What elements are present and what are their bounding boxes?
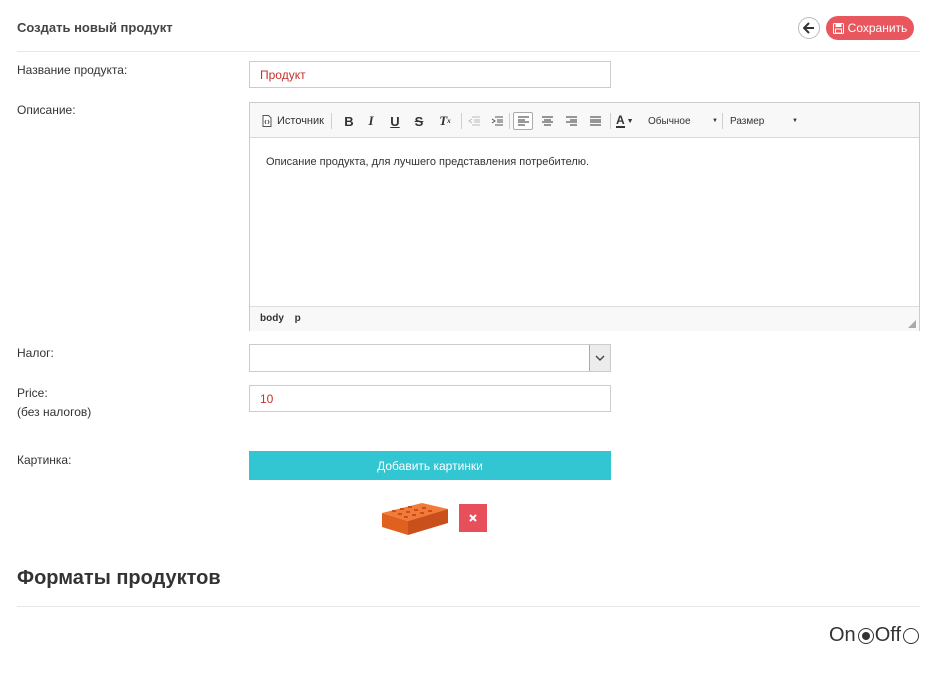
format-dropdown[interactable]: Обычное ▼ xyxy=(648,112,718,130)
indent-button[interactable] xyxy=(487,112,507,130)
divider xyxy=(17,606,920,607)
page-title: Создать новый продукт xyxy=(17,20,173,35)
description-label: Описание: xyxy=(17,103,76,117)
price-input[interactable] xyxy=(249,385,611,412)
editor-toolbar: Источник B I U S Tx A ▼ Обычное ▼ Размер… xyxy=(250,103,919,138)
align-left-icon xyxy=(517,116,529,126)
path-item-body[interactable]: body xyxy=(260,313,284,324)
on-label: On xyxy=(829,624,856,646)
align-justify-icon xyxy=(589,116,601,126)
align-right-icon xyxy=(565,116,577,126)
source-icon xyxy=(262,115,272,127)
align-justify-button[interactable] xyxy=(585,112,605,130)
outdent-button[interactable] xyxy=(464,112,484,130)
price-label: Price: (без налогов) xyxy=(17,384,91,422)
tax-select[interactable] xyxy=(249,344,611,372)
size-dropdown-label: Размер xyxy=(730,115,765,127)
on-radio[interactable] xyxy=(857,627,874,644)
formats-section-title: Форматы продуктов xyxy=(17,567,221,589)
price-sublabel: (без налогов) xyxy=(17,405,92,419)
resize-grip-icon[interactable] xyxy=(908,320,916,328)
add-image-button[interactable]: Добавить картинки xyxy=(249,451,611,480)
align-center-icon xyxy=(541,116,553,126)
indent-icon xyxy=(491,116,503,126)
price-label-text: Price: xyxy=(17,386,48,400)
save-button[interactable]: Сохранить xyxy=(826,16,914,40)
format-dropdown-label: Обычное xyxy=(648,115,691,127)
arrow-left-icon xyxy=(803,22,814,34)
outdent-icon xyxy=(468,116,480,126)
off-radio[interactable] xyxy=(903,627,919,644)
bold-button[interactable]: B xyxy=(339,112,359,130)
delete-image-button[interactable] xyxy=(459,504,487,532)
close-icon xyxy=(469,514,477,522)
remove-format-button[interactable]: Tx xyxy=(435,112,455,130)
product-name-input[interactable] xyxy=(249,61,611,88)
image-label: Картинка: xyxy=(17,453,72,467)
select-arrow[interactable] xyxy=(589,345,610,371)
text-color-button[interactable]: A ▼ xyxy=(616,112,634,130)
floppy-disk-icon xyxy=(832,22,844,34)
chevron-down-icon xyxy=(595,355,605,361)
italic-button[interactable]: I xyxy=(361,112,381,130)
save-button-label: Сохранить xyxy=(847,21,908,35)
product-name-label: Название продукта: xyxy=(17,63,128,77)
product-image-thumbnail xyxy=(382,503,448,535)
tax-label: Налог: xyxy=(17,346,54,360)
formats-toggle: On Off xyxy=(829,624,920,647)
chevron-down-icon: ▼ xyxy=(712,118,718,124)
editor-path-bar: body p xyxy=(250,306,919,331)
description-editor: Источник B I U S Tx A ▼ Обычное ▼ Размер… xyxy=(249,102,920,331)
underline-button[interactable]: U xyxy=(385,112,405,130)
align-right-button[interactable] xyxy=(561,112,581,130)
off-label: Off xyxy=(874,624,901,646)
align-center-button[interactable] xyxy=(537,112,557,130)
align-left-button[interactable] xyxy=(513,112,533,130)
text-color-icon: A xyxy=(616,112,625,128)
source-label: Источник xyxy=(277,115,324,127)
editor-content[interactable]: Описание продукта, для лучшего представл… xyxy=(250,138,919,306)
path-item-p[interactable]: p xyxy=(295,313,301,324)
source-button[interactable]: Источник xyxy=(262,112,324,130)
back-button[interactable] xyxy=(798,17,820,39)
editor-paragraph: Описание продукта, для лучшего представл… xyxy=(266,156,590,168)
size-dropdown[interactable]: Размер ▼ xyxy=(730,112,798,130)
page-header: Создать новый продукт Сохранить xyxy=(17,14,920,52)
strikethrough-button[interactable]: S xyxy=(409,112,429,130)
chevron-down-icon: ▼ xyxy=(792,118,798,124)
